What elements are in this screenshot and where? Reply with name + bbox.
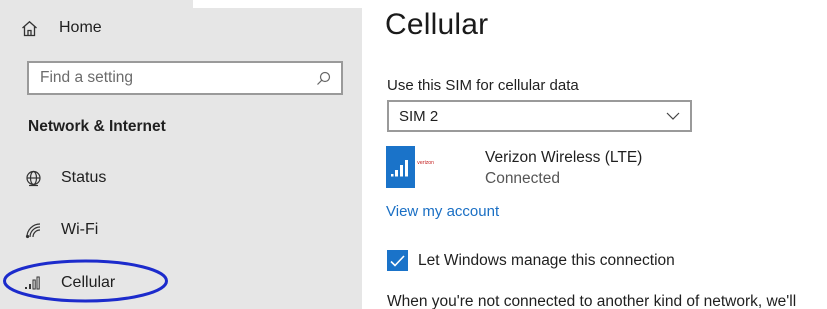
description-text: When you're not connected to another kin…	[387, 293, 797, 309]
view-account-link[interactable]: View my account	[386, 203, 499, 220]
search-input[interactable]: Find a setting	[27, 61, 343, 95]
globe-icon	[24, 169, 42, 187]
carrier-status: Connected	[485, 170, 560, 187]
section-title: Network & Internet	[28, 118, 166, 135]
carrier-name: Verizon Wireless (LTE)	[485, 149, 643, 166]
chevron-down-icon	[666, 111, 680, 121]
search-placeholder: Find a setting	[40, 69, 134, 86]
sidebar-item-label: Cellular	[61, 274, 116, 291]
sidebar-item-cellular[interactable]: Cellular	[24, 268, 115, 298]
cellular-signal-icon	[24, 274, 42, 292]
sim-label: Use this SIM for cellular data	[387, 77, 579, 94]
manage-connection-row[interactable]: Let Windows manage this connection	[387, 250, 675, 271]
carrier-tile: verizon	[386, 146, 434, 188]
home-icon	[20, 19, 38, 37]
manage-connection-checkbox[interactable]	[387, 250, 408, 271]
carrier-logo-text: verizon	[417, 160, 434, 166]
settings-sidebar: Home Find a setting Network & Internet S…	[0, 0, 362, 309]
wifi-icon	[24, 221, 42, 239]
home-label: Home	[59, 19, 102, 36]
checkbox-label: Let Windows manage this connection	[418, 251, 675, 269]
sidebar-notch	[193, 0, 362, 8]
sidebar-item-label: Wi-Fi	[61, 221, 99, 238]
sidebar-item-status[interactable]: Status	[24, 163, 106, 193]
sidebar-item-wifi[interactable]: Wi-Fi	[24, 215, 98, 245]
signal-bars-icon	[386, 146, 415, 188]
verizon-logo: verizon	[415, 146, 434, 188]
sidebar-item-label: Status	[61, 169, 107, 186]
sim-dropdown-value: SIM 2	[399, 107, 439, 125]
search-icon[interactable]	[315, 70, 331, 86]
page-title: Cellular	[385, 8, 489, 41]
home-nav-item[interactable]: Home	[20, 14, 102, 42]
sim-dropdown[interactable]: SIM 2	[387, 100, 692, 132]
